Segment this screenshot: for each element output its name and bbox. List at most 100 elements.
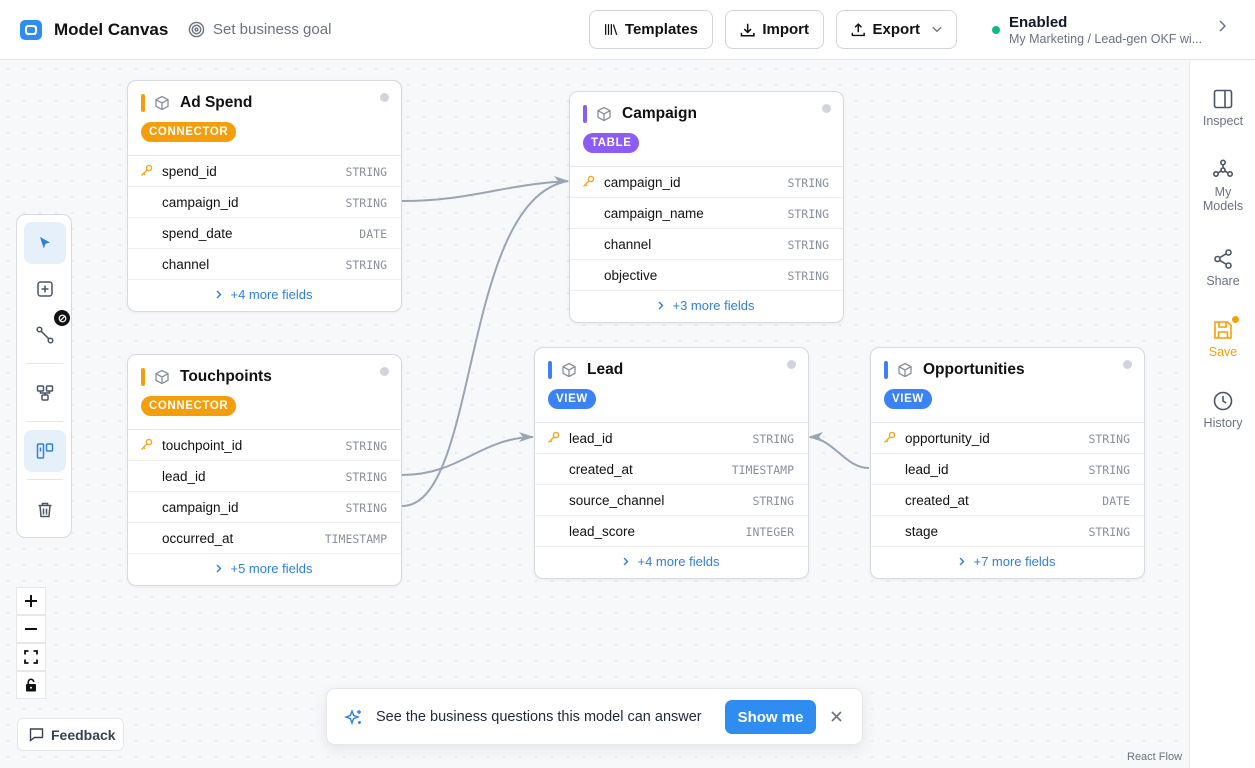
upload-icon <box>851 22 865 36</box>
field-row[interactable]: lead_score INTEGER <box>535 516 808 547</box>
delete-button[interactable] <box>24 489 66 531</box>
select-tool-button[interactable] <box>24 222 66 264</box>
field-type: STRING <box>787 269 829 283</box>
field-name: channel <box>604 237 652 252</box>
export-button[interactable]: Export <box>836 10 957 49</box>
node-color-bar <box>583 105 587 123</box>
trash-icon <box>38 502 52 518</box>
field-type: STRING <box>345 165 387 179</box>
lock-icon <box>26 678 36 692</box>
history-button[interactable]: History <box>1190 390 1255 430</box>
field-row[interactable]: lead_id STRING <box>871 454 1144 485</box>
my-models-label-line1: My <box>1214 185 1232 199</box>
field-row[interactable]: campaign_id STRING <box>570 167 843 198</box>
show-me-button[interactable]: Show me <box>725 700 816 734</box>
field-row[interactable]: created_at TIMESTAMP <box>535 454 808 485</box>
field-list: lead_id STRING created_at TIMESTAMP source_c… <box>535 422 808 577</box>
save-icon <box>1214 321 1232 339</box>
more-fields-link[interactable]: +4 more fields <box>535 547 808 577</box>
field-row[interactable]: campaign_name STRING <box>570 198 843 229</box>
field-name: stage <box>905 524 939 539</box>
history-icon <box>1213 391 1233 411</box>
toolbar-divider <box>27 479 63 480</box>
field-name: lead_id <box>162 469 206 484</box>
fit-view-button[interactable] <box>16 643 46 671</box>
field-row[interactable]: occurred_at TIMESTAMP <box>128 523 401 554</box>
cube-icon <box>898 362 912 378</box>
node-status-dot <box>787 360 796 369</box>
node-opportunities[interactable]: Opportunities VIEW opportunity_id STRING l… <box>870 347 1145 579</box>
unsaved-indicator-dot <box>1232 316 1239 323</box>
field-row[interactable]: spend_id STRING <box>128 156 401 187</box>
node-touchpoints[interactable]: Touchpoints CONNECTOR touchpoint_id STRIN… <box>127 354 402 586</box>
field-name: source_channel <box>569 493 665 508</box>
save-label: Save <box>1208 345 1238 359</box>
field-row[interactable]: lead_id STRING <box>128 461 401 492</box>
more-fields-link[interactable]: +5 more fields <box>128 554 401 584</box>
field-row[interactable]: created_at DATE <box>871 485 1144 516</box>
connect-tool-button[interactable] <box>24 310 70 356</box>
primary-key-icon <box>140 164 153 180</box>
feedback-button[interactable]: Feedback <box>17 718 124 751</box>
field-name: lead_id <box>569 431 613 446</box>
field-list: touchpoint_id STRING lead_id STRING campaign… <box>128 429 401 584</box>
zoom-in-button[interactable] <box>16 587 46 615</box>
connection-icon <box>36 326 54 344</box>
minus-icon <box>25 628 37 630</box>
node-campaign[interactable]: Campaign TABLE campaign_id STRING campaign… <box>569 91 844 323</box>
set-business-goal-button[interactable]: Set business goal <box>188 21 331 38</box>
auto-layout-button[interactable] <box>24 372 66 414</box>
field-row[interactable]: stage STRING <box>871 516 1144 547</box>
node-color-bar <box>141 368 145 386</box>
node-lead[interactable]: Lead VIEW lead_id STRING created_at TIMESTA… <box>534 347 809 579</box>
my-models-button[interactable]: My Models <box>1190 159 1255 213</box>
lock-button[interactable] <box>16 671 46 699</box>
field-row[interactable]: campaign_id STRING <box>128 187 401 218</box>
field-name: spend_id <box>162 164 217 179</box>
set-business-goal-label: Set business goal <box>213 21 332 38</box>
close-icon[interactable] <box>830 710 843 723</box>
field-row[interactable]: touchpoint_id STRING <box>128 430 401 461</box>
library-icon <box>605 24 618 36</box>
field-name: created_at <box>569 462 633 477</box>
export-label: Export <box>872 21 921 38</box>
save-button[interactable]: Save <box>1190 316 1255 359</box>
status-title: Enabled <box>1009 14 1068 31</box>
node-type-badge: VIEW <box>884 389 932 409</box>
node-ad-spend[interactable]: Ad Spend CONNECTOR spend_id STRING campaig… <box>127 80 402 312</box>
field-row[interactable]: lead_id STRING <box>535 423 808 454</box>
field-row[interactable]: campaign_id STRING <box>128 492 401 523</box>
chevron-right-icon <box>1219 20 1226 32</box>
more-fields-link[interactable]: +7 more fields <box>871 547 1144 577</box>
field-row[interactable]: channel STRING <box>570 229 843 260</box>
add-node-button[interactable] <box>24 268 66 310</box>
field-name: spend_date <box>162 226 233 241</box>
layout-view-button[interactable] <box>24 430 66 472</box>
field-type: DATE <box>1102 494 1130 508</box>
cube-icon <box>597 106 611 122</box>
field-type: STRING <box>345 501 387 515</box>
cursor-icon <box>40 237 50 249</box>
field-list: spend_id STRING campaign_id STRING spend_dat… <box>128 155 401 310</box>
import-button[interactable]: Import <box>725 10 824 49</box>
field-row[interactable]: source_channel STRING <box>535 485 808 516</box>
node-color-bar <box>141 94 145 112</box>
field-row[interactable]: opportunity_id STRING <box>871 423 1144 454</box>
zoom-out-button[interactable] <box>16 615 46 643</box>
more-fields-label: +3 more fields <box>672 298 755 313</box>
node-title: Lead <box>587 361 624 378</box>
disabled-badge-icon <box>54 310 70 326</box>
field-row[interactable]: spend_date DATE <box>128 218 401 249</box>
field-type: STRING <box>345 470 387 484</box>
node-status-dot <box>380 93 389 102</box>
templates-button[interactable]: Templates <box>589 10 713 49</box>
react-flow-attribution[interactable]: React Flow <box>1127 751 1182 763</box>
field-row[interactable]: channel STRING <box>128 249 401 280</box>
share-button[interactable]: Share <box>1190 248 1255 288</box>
inspect-button[interactable]: Inspect <box>1190 88 1255 128</box>
more-fields-link[interactable]: +4 more fields <box>128 280 401 310</box>
more-fields-link[interactable]: +3 more fields <box>570 291 843 321</box>
field-name: touchpoint_id <box>162 438 243 453</box>
import-label: Import <box>762 21 809 38</box>
field-row[interactable]: objective STRING <box>570 260 843 291</box>
